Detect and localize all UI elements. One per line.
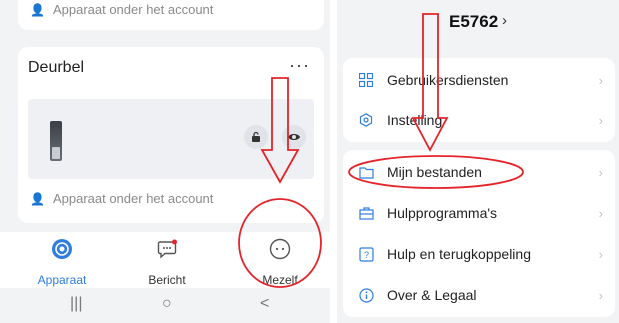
app-home-screen: 👤 Apparaat onder het account Deurbel ··· [0,0,330,323]
home-button[interactable]: ○ [162,295,172,313]
tab-label: Apparaat [37,273,87,287]
menu-item-hulp-en-terugkoppeling[interactable]: ? Hulp en terugkoppeling › [343,234,615,274]
device-title: Deurbel [28,59,85,76]
profile-icon [269,238,291,260]
panel-divider [330,0,337,323]
eye-icon [288,134,300,140]
menu-label: Hulp en terugkoppeling [387,246,531,262]
previous-account-row: 👤 Apparaat onder het account [30,2,213,17]
menu-item-hulpprogrammas[interactable]: Hulpprogramma's › [343,193,615,233]
chevron-right-icon: › [598,72,603,88]
more-options-button[interactable]: ··· [289,55,310,76]
menu-item-over-legaal[interactable]: Over & Legaal › [343,275,615,315]
apparaat-icon [52,239,72,259]
device-account-row: 👤 Apparaat onder het account [30,191,213,206]
menu-group-bottom: Mijn bestanden › Hulpprogramma's › ? Hul… [343,150,615,317]
menu-item-instelling[interactable]: Instelling › [343,100,615,140]
tab-apparaat[interactable]: Apparaat [12,238,112,287]
folder-icon [358,164,374,180]
menu-item-mijn-bestanden[interactable]: Mijn bestanden › [343,152,615,192]
device-preview[interactable] [28,99,314,179]
chevron-right-icon: › [502,12,507,29]
profile-screen: E5762 › Gebruikersdiensten › Instelling … [337,0,619,323]
help-icon: ? [358,246,374,262]
account-title: E5762 [449,12,499,31]
doorbell-image [50,121,62,161]
previous-device-card[interactable]: 👤 Apparaat onder het account [18,0,324,30]
recent-apps-button[interactable]: ||| [70,295,82,313]
chevron-right-icon: › [598,112,603,128]
message-icon [157,239,177,259]
unlock-icon [252,131,260,142]
hexagon-settings-icon [358,112,374,128]
previous-account-text: Apparaat onder het account [52,2,214,17]
profile-header[interactable]: E5762 › [337,0,619,46]
toolbox-icon [358,205,374,221]
person-icon: 👤 [30,2,45,17]
grid-icon [358,72,374,88]
menu-label: Gebruikersdiensten [387,72,509,88]
info-icon [358,287,374,303]
menu-group-top: Gebruikersdiensten › Instelling › [343,58,615,142]
chevron-right-icon: › [598,205,603,221]
person-icon: 👤 [30,191,45,206]
tab-bericht[interactable]: Bericht [117,238,217,287]
chevron-right-icon: › [598,287,603,303]
menu-item-gebruikersdiensten[interactable]: Gebruikersdiensten › [343,60,615,100]
back-button[interactable]: < [260,295,269,313]
view-button[interactable] [282,125,306,149]
device-card[interactable]: Deurbel ··· 👤 Apparaat onder het account [18,47,324,223]
chevron-right-icon: › [598,164,603,180]
bottom-tab-bar: Apparaat Bericht Mezelf [0,232,330,288]
device-account-text: Apparaat onder het account [52,191,214,206]
menu-label: Instelling [387,112,443,128]
menu-label: Over & Legaal [387,287,477,303]
system-nav-bar: ||| ○ < [0,289,330,323]
unlock-button[interactable] [244,125,268,149]
tab-label: Mezelf [262,273,298,287]
chevron-right-icon: › [598,246,603,262]
menu-label: Hulpprogramma's [387,205,498,221]
tab-label: Bericht [148,273,186,287]
svg-text:?: ? [363,250,368,260]
menu-label: Mijn bestanden [387,164,482,180]
tab-mezelf[interactable]: Mezelf [230,238,330,287]
